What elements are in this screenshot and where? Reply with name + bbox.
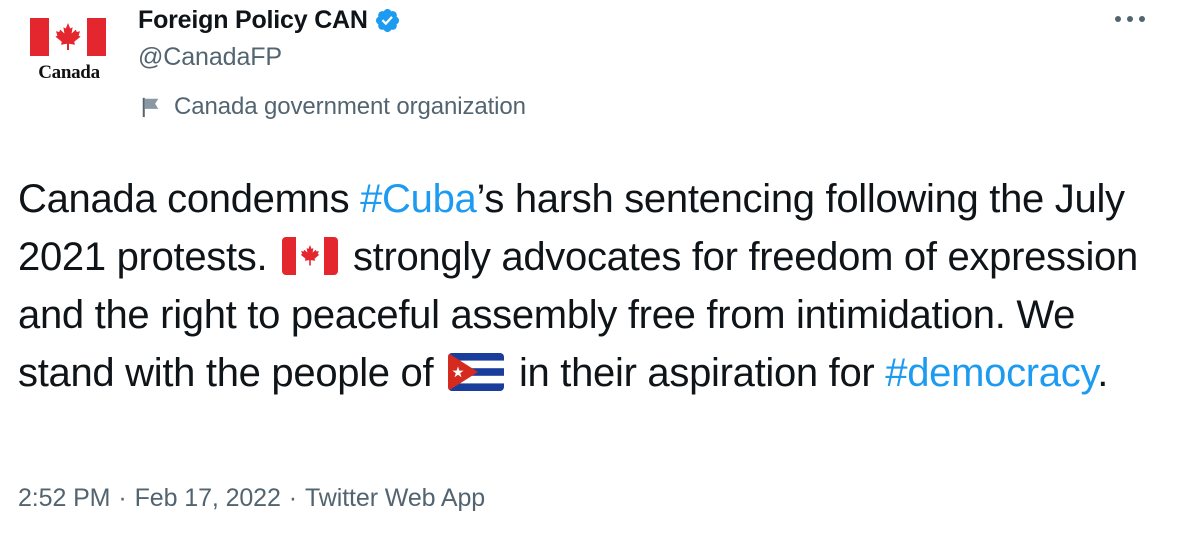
tweet-card: Canada Foreign Policy CAN @CanadaFP Cana…	[0, 0, 1184, 545]
avatar[interactable]: Canada	[16, 4, 122, 104]
author-display-name[interactable]: Foreign Policy CAN	[138, 6, 368, 35]
tweet-time[interactable]: 2:52 PM	[18, 484, 111, 513]
government-label[interactable]: Canada government organization	[140, 92, 526, 122]
flag-icon	[142, 97, 159, 118]
tweet-date[interactable]: Feb 17, 2022	[135, 484, 281, 513]
hashtag-cuba-link[interactable]: #Cuba	[360, 177, 477, 221]
tweet-text-segment: .	[1097, 351, 1109, 395]
tweet-text-segment: Canada condemns	[18, 177, 361, 221]
government-label-text: Canada government organization	[174, 93, 526, 120]
author-handle[interactable]: @CanadaFP	[138, 43, 282, 72]
hashtag-democracy-link[interactable]: #democracy	[885, 351, 1097, 395]
author-name-row: Foreign Policy CAN	[138, 3, 401, 37]
tweet-text-segment: in their aspiration for	[508, 351, 886, 395]
canada-flag-emoji-icon	[282, 237, 339, 275]
separator-dot: ·	[118, 483, 127, 512]
canada-wordmark: Canada	[38, 62, 100, 83]
verified-badge-icon	[375, 8, 399, 32]
separator-dot: ·	[288, 483, 298, 512]
tweet-source[interactable]: Twitter Web App	[305, 484, 485, 513]
canada-flag-logo	[30, 18, 106, 56]
tweet-metadata: 2:52 PM · Feb 17, 2022 · Twitter Web App	[18, 483, 485, 513]
tweet-text: Canada condemns #Cuba’s harsh sentencing…	[18, 170, 1168, 402]
more-options-icon[interactable]	[1112, 8, 1148, 30]
cuba-flag-emoji-icon	[448, 353, 505, 391]
